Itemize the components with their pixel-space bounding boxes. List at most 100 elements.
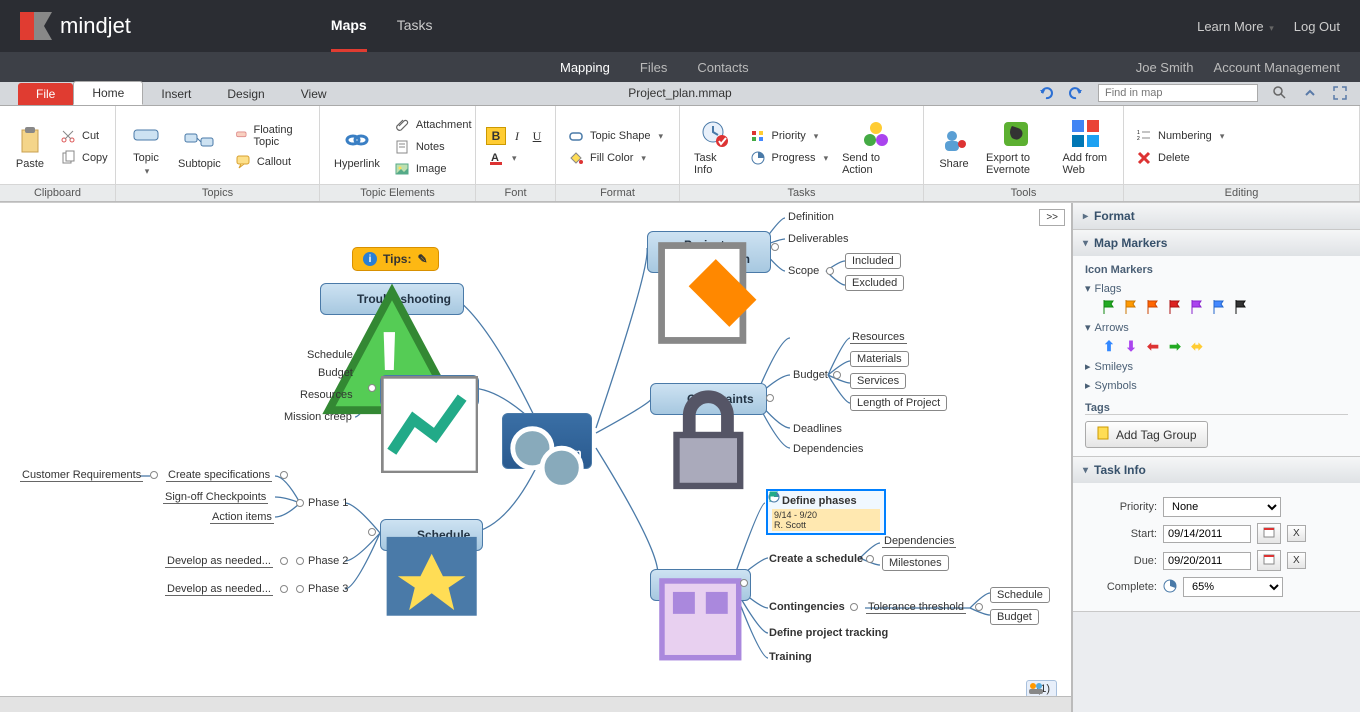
tips-callout[interactable]: iTips:✎ <box>352 247 439 271</box>
junction[interactable] <box>368 384 376 392</box>
mindmap-canvas[interactable]: iTips:✎ !Troubleshooting Tracking Schedu… <box>0 203 1072 712</box>
leaf-services[interactable]: Services <box>850 373 906 389</box>
leaf-contingencies[interactable]: Contingencies <box>769 601 845 613</box>
junction[interactable] <box>280 585 288 593</box>
leaf-create-spec[interactable]: Create specifications <box>166 469 272 482</box>
italic-button[interactable]: I <box>508 127 526 145</box>
leaf-tracking-mission[interactable]: Mission creep <box>284 411 352 423</box>
leaf-phase3[interactable]: Phase 3 <box>308 583 348 595</box>
node-planning[interactable]: Planning <box>650 569 751 601</box>
fullscreen-icon[interactable] <box>1332 85 1348 101</box>
flag-blue-icon[interactable] <box>1211 299 1227 315</box>
junction[interactable] <box>296 557 304 565</box>
flag-black-icon[interactable] <box>1233 299 1249 315</box>
leaf-included[interactable]: Included <box>845 253 901 269</box>
node-tracking[interactable]: Tracking <box>380 375 479 407</box>
tab-view[interactable]: View <box>283 83 345 105</box>
leaf-scope[interactable]: Scope <box>788 265 819 277</box>
priority-select[interactable]: None <box>1163 497 1281 517</box>
node-central[interactable]: Project Plan <box>502 413 592 469</box>
leaf-phase2[interactable]: Phase 2 <box>308 555 348 567</box>
arrows-group[interactable]: ▾Arrows <box>1085 321 1348 334</box>
user-name[interactable]: Joe Smith <box>1136 60 1194 75</box>
add-tag-group-button[interactable]: Add Tag Group <box>1085 421 1208 448</box>
leaf-budget[interactable]: Budget <box>793 369 828 381</box>
add-from-web-button[interactable]: Add from Web <box>1058 116 1113 178</box>
learn-more-link[interactable]: Learn More ▾ <box>1197 19 1274 34</box>
start-clear-button[interactable]: X <box>1287 525 1306 542</box>
subnav-contacts[interactable]: Contacts <box>697 60 748 75</box>
start-date-input[interactable] <box>1163 525 1251 543</box>
fill-color-button[interactable]: Fill Color▾ <box>566 149 665 167</box>
flag-red-icon[interactable] <box>1167 299 1183 315</box>
due-clear-button[interactable]: X <box>1287 552 1306 569</box>
section-map-markers[interactable]: ▾Map Markers <box>1073 230 1360 256</box>
send-to-action-button[interactable]: Send to Action <box>838 116 913 178</box>
junction[interactable] <box>826 267 834 275</box>
flag-purple-icon[interactable] <box>1189 299 1205 315</box>
leaf-dependencies[interactable]: Dependencies <box>793 443 863 455</box>
delete-button[interactable]: Delete <box>1134 149 1226 167</box>
leaf-materials[interactable]: Materials <box>850 351 909 367</box>
node-define-phases[interactable]: Define phases 9/14 - 9/20 R. Scott <box>766 489 886 535</box>
nav-maps[interactable]: Maps <box>331 1 367 52</box>
leaf-tracking-schedule[interactable]: Schedule <box>307 349 353 361</box>
due-cal-button[interactable] <box>1257 550 1281 571</box>
logout-link[interactable]: Log Out <box>1294 19 1340 34</box>
leaf-define-tracking[interactable]: Define project tracking <box>769 627 888 639</box>
evernote-button[interactable]: Export to Evernote <box>982 116 1050 178</box>
leaf-action-items[interactable]: Action items <box>210 511 274 524</box>
subnav-mapping[interactable]: Mapping <box>560 60 610 75</box>
notes-button[interactable]: Notes <box>392 138 474 156</box>
undo-icon[interactable] <box>1038 85 1054 101</box>
tab-home[interactable]: Home <box>73 81 143 105</box>
leaf-signoff[interactable]: Sign-off Checkpoints <box>163 491 268 504</box>
tab-file[interactable]: File <box>18 83 73 105</box>
leaf-tol-sched[interactable]: Schedule <box>990 587 1050 603</box>
attachment-button[interactable]: Attachment <box>392 116 474 134</box>
node-schedule[interactable]: Schedule <box>380 519 483 551</box>
leaf-deliverables[interactable]: Deliverables <box>788 233 849 245</box>
junction[interactable] <box>150 471 158 479</box>
leaf-phase1[interactable]: Phase 1 <box>308 497 348 509</box>
tab-design[interactable]: Design <box>209 83 282 105</box>
hyperlink-button[interactable]: Hyperlink <box>330 122 384 172</box>
arrow-right-icon[interactable]: ➡ <box>1167 338 1183 354</box>
complete-select[interactable]: 65% <box>1183 577 1283 597</box>
search-icon[interactable] <box>1272 85 1288 101</box>
arrow-up-icon[interactable]: ⬆ <box>1101 338 1117 354</box>
leaf-definition[interactable]: Definition <box>788 211 834 223</box>
start-cal-button[interactable] <box>1257 523 1281 544</box>
redo-icon[interactable] <box>1068 85 1084 101</box>
junction[interactable] <box>296 585 304 593</box>
leaf-dev2[interactable]: Develop as needed... <box>165 555 273 568</box>
flag-darkorange-icon[interactable] <box>1145 299 1161 315</box>
leaf-cust-req[interactable]: Customer Requirements <box>20 469 143 482</box>
node-troubleshooting[interactable]: !Troubleshooting <box>320 283 464 315</box>
subtopic-button[interactable]: Subtopic <box>174 122 225 172</box>
junction[interactable] <box>368 528 376 536</box>
leaf-deadlines[interactable]: Deadlines <box>793 423 842 435</box>
taskinfo-button[interactable]: Task Info <box>690 116 740 178</box>
account-link[interactable]: Account Management <box>1214 60 1340 75</box>
leaf-create-schedule[interactable]: Create a schedule <box>769 553 863 565</box>
share-button[interactable]: Share <box>934 122 974 172</box>
leaf-training[interactable]: Training <box>769 651 812 663</box>
junction[interactable] <box>833 371 841 379</box>
collapse-panel-button[interactable]: >> <box>1039 209 1065 226</box>
section-task-info[interactable]: ▾Task Info <box>1073 457 1360 483</box>
progress-button[interactable]: Progress▾ <box>748 149 831 167</box>
junction[interactable] <box>866 555 874 563</box>
junction[interactable] <box>296 499 304 507</box>
junction[interactable] <box>766 394 774 402</box>
arrow-down-icon[interactable]: ⬇ <box>1123 338 1139 354</box>
leaf-tracking-budget[interactable]: Budget <box>318 367 353 379</box>
node-project-description[interactable]: Project Description <box>647 231 771 273</box>
copy-button[interactable]: Copy <box>58 149 110 167</box>
section-format[interactable]: ▸Format <box>1073 203 1360 229</box>
junction[interactable] <box>850 603 858 611</box>
paste-button[interactable]: Paste <box>10 122 50 172</box>
flags-group[interactable]: ▾Flags <box>1085 282 1348 295</box>
leaf-dev3[interactable]: Develop as needed... <box>165 583 273 596</box>
collapse-ribbon-icon[interactable] <box>1302 85 1318 101</box>
